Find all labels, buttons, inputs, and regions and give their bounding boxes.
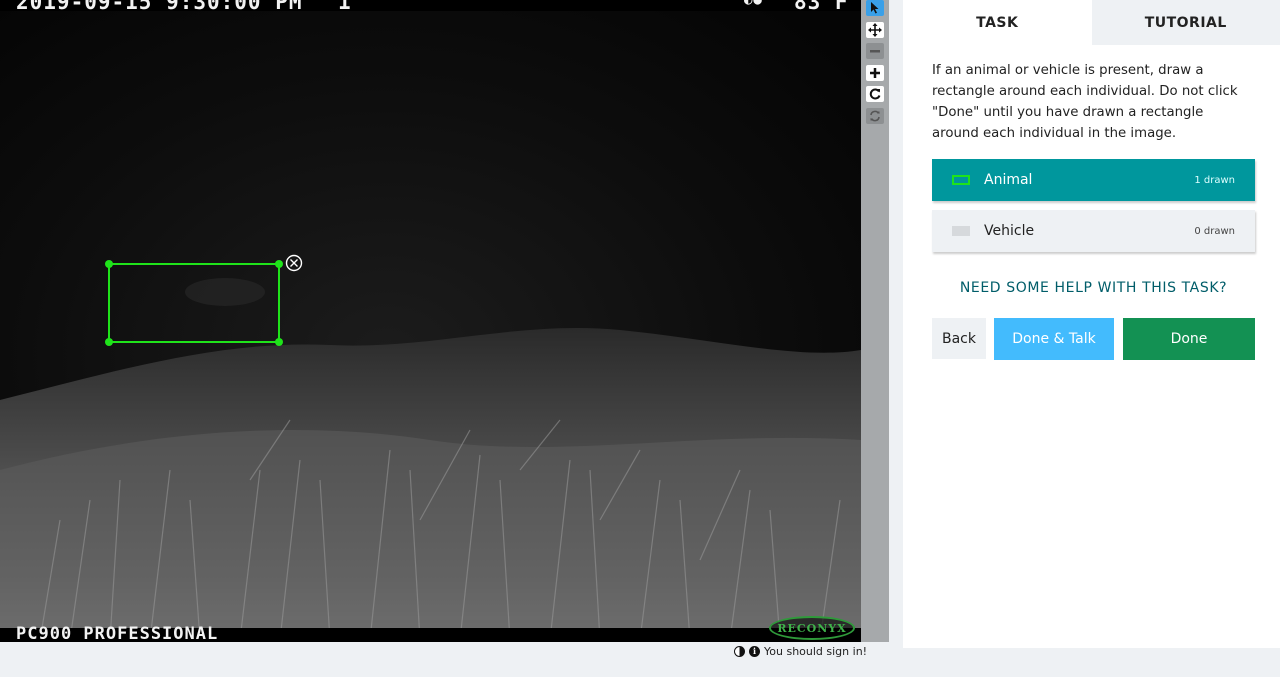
task-panel: TASK TUTORIAL If an animal or vehicle is…	[903, 0, 1280, 648]
resize-handle-bottom-right[interactable]	[275, 338, 283, 346]
animal-color-swatch	[952, 175, 970, 185]
contrast-icon[interactable]	[734, 646, 745, 657]
camera-frame-number: 1	[338, 0, 352, 14]
zoom-in-icon[interactable]	[866, 65, 884, 81]
moon-phase-icon: ◐●	[744, 0, 763, 8]
camera-info-bar-bottom: PC900 PROFESSIONAL	[0, 624, 861, 642]
choice-vehicle-label: Vehicle	[984, 223, 1035, 239]
tab-tutorial[interactable]: TUTORIAL	[1091, 0, 1280, 45]
choice-vehicle-count: 0 drawn	[1194, 225, 1235, 237]
reset-icon[interactable]	[866, 108, 884, 124]
info-icon[interactable]: i	[749, 646, 760, 657]
sign-in-notice: i You should sign in!	[734, 645, 867, 658]
tab-task[interactable]: TASK	[903, 0, 1092, 45]
delete-rectangle-icon[interactable]	[285, 254, 303, 272]
resize-handle-top-right[interactable]	[275, 260, 283, 268]
camera-model: PC900 PROFESSIONAL	[16, 624, 219, 642]
rotate-icon[interactable]	[866, 86, 884, 102]
task-instructions: If an animal or vehicle is present, draw…	[932, 63, 1238, 141]
done-and-talk-button[interactable]: Done & Talk	[994, 318, 1114, 360]
camera-info-bar-top: 2019-09-15 9:30:00 PM 1 ◐● 83°F	[0, 0, 861, 14]
choice-animal-count: 1 drawn	[1194, 174, 1235, 186]
brand-logo: RECONYX	[769, 616, 855, 640]
choice-animal[interactable]: Animal 1 drawn	[932, 159, 1255, 201]
choice-vehicle[interactable]: Vehicle 0 drawn	[932, 210, 1255, 252]
resize-handle-top-left[interactable]	[105, 260, 113, 268]
camera-temperature: 83°F	[794, 0, 849, 14]
camera-date-time: 2019-09-15 9:30:00 PM	[16, 0, 303, 14]
drawn-animal-rectangle[interactable]	[105, 260, 283, 346]
zoom-out-icon[interactable]	[866, 43, 884, 59]
task-help-link[interactable]: NEED SOME HELP WITH THIS TASK?	[932, 280, 1255, 296]
subject-image-viewer[interactable]: 2019-09-15 9:30:00 PM 1 ◐● 83°F PC900 PR…	[0, 0, 861, 642]
pointer-icon[interactable]	[866, 0, 884, 16]
move-icon[interactable]	[866, 22, 884, 38]
panel-tabs: TASK TUTORIAL	[903, 0, 1280, 45]
resize-handle-bottom-left[interactable]	[105, 338, 113, 346]
back-button[interactable]: Back	[932, 318, 986, 359]
image-toolbar	[861, 0, 889, 642]
sign-in-note-text: You should sign in!	[764, 645, 868, 658]
done-button[interactable]: Done	[1123, 318, 1255, 360]
choice-animal-label: Animal	[984, 172, 1033, 188]
vehicle-color-swatch	[952, 226, 970, 236]
